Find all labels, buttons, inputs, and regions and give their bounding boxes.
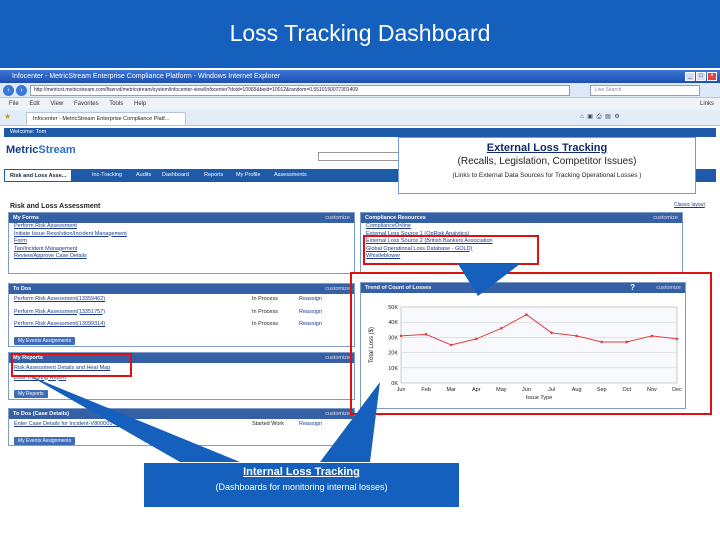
internal-callout-title: Internal Loss Tracking: [243, 466, 360, 478]
internal-callout: Internal Loss Tracking (Dashboards for m…: [143, 462, 460, 508]
callout-pointers: [30, 264, 520, 462]
internal-callout-subtitle: (Dashboards for monitoring internal loss…: [215, 482, 388, 492]
internal-callout-pointer-2: [320, 382, 380, 462]
external-callout-note: (Links to External Data Sources for Trac…: [452, 172, 642, 179]
external-callout: External Loss Tracking (Recalls, Legisla…: [398, 137, 696, 194]
slide: Loss Tracking Dashboard Infocenter - Met…: [0, 0, 720, 540]
internal-callout-pointer: [30, 376, 240, 462]
external-callout-subtitle: (Recalls, Legislation, Competitor Issues…: [457, 156, 637, 167]
external-callout-pointer: [458, 264, 520, 296]
external-callout-title: External Loss Tracking: [486, 142, 608, 154]
